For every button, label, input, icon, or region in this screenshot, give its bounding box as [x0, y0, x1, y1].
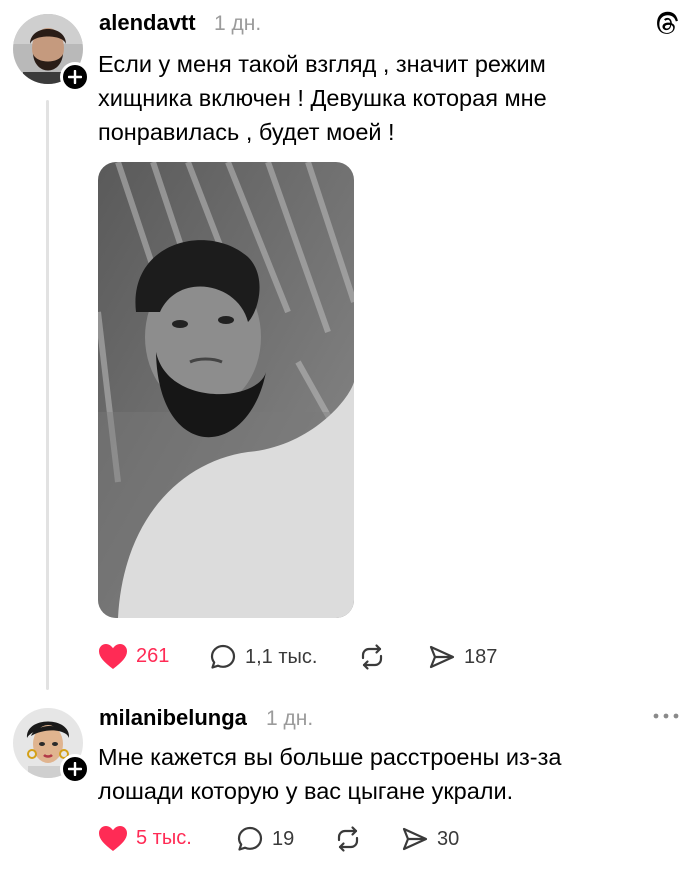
like-button[interactable]: 261: [98, 643, 169, 670]
post-text-line: Мне кажется вы больше расстроены из-за: [98, 744, 562, 770]
post-text: Если у меня такой взгляд , значит режим …: [98, 47, 547, 149]
post-text-line: понравилась , будет моей !: [98, 119, 395, 145]
share-count: 30: [437, 827, 460, 850]
heart-filled-icon: [98, 643, 128, 670]
send-icon: [401, 825, 429, 853]
thread-line: [46, 100, 49, 690]
repost-button[interactable]: [334, 825, 370, 853]
comment-bubble-icon: [209, 643, 237, 671]
heart-filled-icon: [98, 825, 128, 852]
repost-button[interactable]: [358, 643, 394, 671]
send-icon: [428, 643, 456, 671]
post-text-line: хищника включен ! Девушка которая мне: [98, 85, 547, 111]
reply-button[interactable]: 1,1 тыс.: [209, 643, 317, 671]
reply-count: 19: [272, 827, 295, 850]
follow-plus-icon[interactable]: [60, 754, 90, 784]
reply-button[interactable]: 19: [236, 825, 294, 853]
share-count: 187: [464, 645, 498, 668]
post-text-line: лошади которую у вас цыгане украли.: [98, 778, 514, 804]
follow-plus-icon[interactable]: [60, 62, 90, 92]
reply-count: 1,1 тыс.: [245, 645, 318, 668]
post-text-line: Если у меня такой взгляд , значит режим: [98, 51, 546, 77]
repost-icon: [358, 643, 386, 671]
more-options-icon[interactable]: [652, 708, 680, 729]
post-text: Мне кажется вы больше расстроены из-за л…: [98, 740, 561, 808]
share-button[interactable]: 187: [428, 643, 497, 671]
username[interactable]: alendavtt: [99, 10, 196, 36]
post-time: 1 дн.: [214, 12, 262, 35]
like-count: 5 тыс.: [136, 827, 192, 849]
repost-icon: [334, 825, 362, 853]
like-button[interactable]: 5 тыс.: [98, 825, 192, 852]
post-image[interactable]: [98, 162, 354, 618]
threads-logo-icon[interactable]: [651, 10, 681, 45]
username[interactable]: milanibelunga: [99, 705, 247, 731]
share-button[interactable]: 30: [401, 825, 459, 853]
post-time: 1 дн.: [266, 707, 314, 730]
like-count: 261: [136, 645, 170, 667]
comment-bubble-icon: [236, 825, 264, 853]
